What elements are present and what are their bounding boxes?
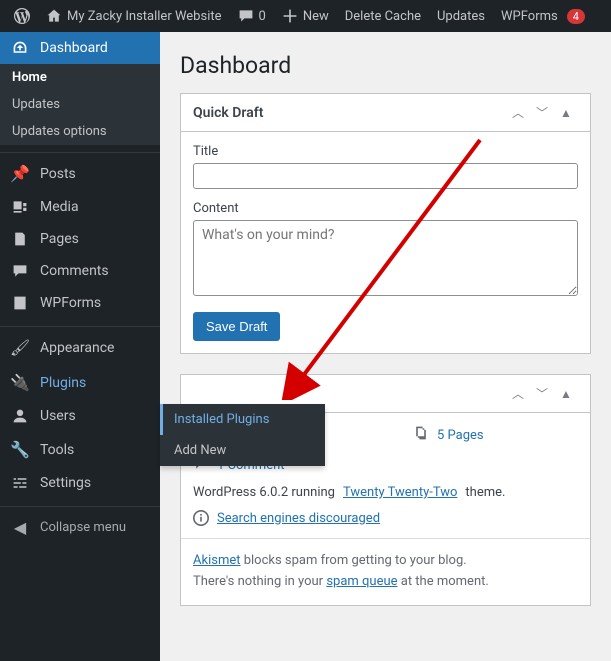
menu-comments[interactable]: Comments [0, 255, 160, 287]
pin-icon: 📌 [10, 164, 30, 183]
save-draft-button[interactable]: Save Draft [193, 312, 280, 341]
theme-link[interactable]: Twenty Twenty-Two [343, 485, 457, 500]
menu-users[interactable]: Users [0, 400, 160, 432]
glance-heading [193, 386, 506, 402]
move-down-icon[interactable]: ﹀ [530, 104, 554, 121]
menu-separator [0, 502, 160, 507]
comments-link[interactable]: 0 [230, 0, 274, 32]
quick-draft-header: Quick Draft ︿ ﹀ ▲ [181, 94, 590, 132]
move-up-icon[interactable]: ︿ [506, 104, 530, 121]
dashboard-submenu: Home Updates Updates options [0, 64, 160, 145]
toggle-icon[interactable]: ▲ [554, 387, 578, 401]
dashboard-icon [10, 40, 30, 56]
move-up-icon[interactable]: ︿ [506, 385, 530, 402]
menu-plugins[interactable]: 🔌Plugins [0, 365, 160, 400]
quick-draft-heading: Quick Draft [193, 105, 506, 121]
media-icon [10, 199, 30, 215]
brush-icon: 🖌 [10, 338, 30, 357]
new-content[interactable]: New [274, 0, 337, 32]
akismet-link[interactable]: Akismet [193, 553, 241, 568]
new-label: New [303, 9, 329, 24]
quick-draft-body: Title Content Save Draft [181, 132, 590, 353]
form-icon [10, 295, 30, 311]
menu-pages[interactable]: Pages [0, 223, 160, 255]
submenu-updates[interactable]: Updates [0, 91, 160, 118]
move-down-icon[interactable]: ﹀ [530, 385, 554, 402]
updates-link[interactable]: Updates [429, 0, 493, 32]
plus-icon [282, 8, 298, 24]
page-icon [10, 231, 30, 247]
flyout-add-new[interactable]: Add New [160, 435, 325, 466]
wp-logo[interactable] [6, 0, 38, 32]
menu-dashboard[interactable]: Dashboard [0, 32, 160, 64]
menu-posts[interactable]: 📌Posts [0, 156, 160, 191]
delete-cache[interactable]: Delete Cache [337, 0, 429, 32]
toggle-icon[interactable]: ▲ [554, 106, 578, 120]
user-icon [10, 408, 30, 424]
pages-icon [413, 425, 429, 445]
admin-sidebar: Dashboard Home Updates Updates options 📌… [0, 32, 160, 661]
seo-line: Search engines discouraged [193, 510, 578, 526]
menu-separator [0, 148, 160, 153]
wordpress-icon [14, 8, 30, 24]
wrench-icon: 🔧 [10, 440, 30, 459]
title-label: Title [193, 144, 578, 159]
menu-wpforms[interactable]: WPForms [0, 287, 160, 319]
wpforms-link[interactable]: WPForms 4 [493, 0, 593, 32]
wpforms-badge: 4 [567, 9, 585, 24]
wp-version-line: WordPress 6.0.2 running Twenty Twenty-Tw… [193, 485, 578, 500]
info-icon [193, 510, 209, 526]
collapse-menu[interactable]: ◀Collapse menu [0, 510, 160, 545]
submenu-home[interactable]: Home [0, 64, 160, 91]
content-label: Content [193, 201, 578, 216]
title-input[interactable] [193, 163, 578, 189]
spam-queue-link[interactable]: spam queue [326, 574, 397, 589]
quick-draft-box: Quick Draft ︿ ﹀ ▲ Title Content Save Dra… [180, 93, 591, 354]
plugin-icon: 🔌 [10, 373, 30, 392]
akismet-footer: Akismet blocks spam from getting to your… [181, 538, 590, 605]
home-icon [46, 8, 62, 24]
menu-tools[interactable]: 🔧Tools [0, 432, 160, 467]
flyout-installed-plugins[interactable]: Installed Plugins [160, 404, 325, 435]
menu-separator [0, 322, 160, 327]
submenu-updates-options[interactable]: Updates options [0, 118, 160, 145]
site-title: My Zacky Installer Website [67, 9, 222, 24]
sliders-icon [10, 475, 30, 491]
collapse-icon: ◀ [10, 518, 30, 537]
content-area: Dashboard Quick Draft ︿ ﹀ ▲ Title Conten… [160, 32, 611, 661]
menu-media[interactable]: Media [0, 191, 160, 223]
site-link[interactable]: My Zacky Installer Website [38, 0, 230, 32]
comments-icon [10, 263, 30, 279]
seo-link[interactable]: Search engines discouraged [217, 511, 380, 526]
menu-settings[interactable]: Settings [0, 467, 160, 499]
comment-icon [238, 8, 254, 24]
admin-bar: My Zacky Installer Website 0 New Delete … [0, 0, 611, 32]
plugins-flyout: Installed Plugins Add New [160, 404, 325, 466]
page-title: Dashboard [180, 52, 591, 79]
content-textarea[interactable] [193, 220, 578, 296]
pages-stat[interactable]: 5 Pages [413, 425, 484, 445]
menu-appearance[interactable]: 🖌Appearance [0, 330, 160, 365]
comment-count: 0 [259, 9, 266, 24]
